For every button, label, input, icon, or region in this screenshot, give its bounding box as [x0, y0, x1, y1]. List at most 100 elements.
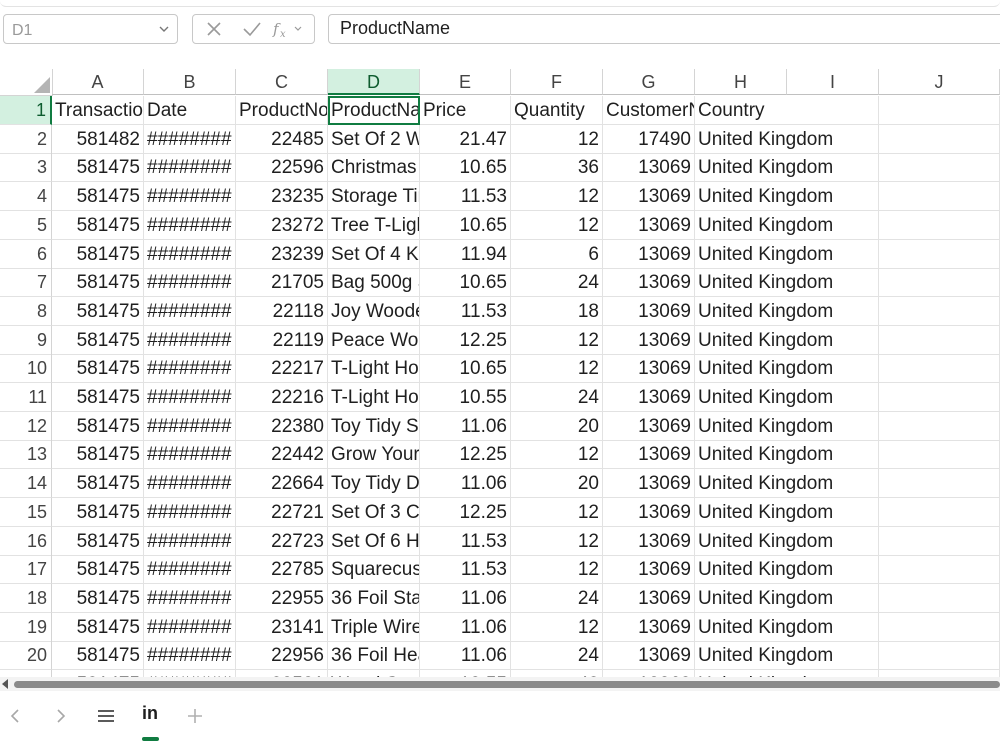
chevron-left-icon[interactable] — [4, 705, 26, 727]
cell-b[interactable]: ######## — [144, 210, 236, 240]
cell-f[interactable]: 12 — [511, 612, 603, 642]
cell-f[interactable]: 18 — [511, 296, 603, 326]
cell-d[interactable]: Triple Wire — [328, 612, 420, 642]
cell-e[interactable]: 21.47 — [420, 124, 511, 154]
cell-f[interactable]: 12 — [511, 325, 603, 355]
column-header-f[interactable]: F — [511, 69, 603, 95]
cell-a[interactable]: 581475 — [52, 239, 144, 269]
cell-j[interactable] — [879, 210, 1000, 240]
cell-b[interactable]: ######## — [144, 182, 236, 212]
cell-f[interactable]: 20 — [511, 411, 603, 441]
cell-b[interactable]: Date — [144, 96, 236, 125]
cell-b[interactable]: ######## — [144, 239, 236, 269]
cell-e[interactable]: 11.53 — [420, 296, 511, 326]
row-header[interactable]: 1 — [0, 96, 52, 125]
cell-b[interactable]: ######## — [144, 440, 236, 470]
cell-e[interactable]: 11.06 — [420, 469, 511, 499]
cell-f[interactable]: 12 — [511, 210, 603, 240]
cell-c[interactable]: 22955 — [236, 583, 328, 613]
row-header[interactable]: 2 — [0, 124, 52, 154]
cell-d[interactable]: Set Of 2 W — [328, 124, 420, 154]
column-header-c[interactable]: C — [236, 69, 328, 95]
cell-d[interactable]: Storage Tin — [328, 182, 420, 212]
cell-b[interactable]: ######## — [144, 612, 236, 642]
cell-e[interactable]: 10.55 — [420, 670, 511, 677]
cell-g[interactable]: 13069 — [603, 612, 695, 642]
cell-h[interactable]: United Kingdom — [695, 498, 833, 527]
cell-d[interactable]: Bag 500g S — [328, 268, 420, 298]
cell-i[interactable] — [787, 96, 879, 125]
cell-f[interactable]: 24 — [511, 383, 603, 412]
cell-h[interactable]: United Kingdom — [695, 584, 833, 613]
cell-h[interactable]: United Kingdom — [695, 240, 833, 269]
column-header-h[interactable]: H — [695, 69, 787, 95]
cell-f[interactable]: 24 — [511, 641, 603, 671]
cell-g[interactable]: 13069 — [603, 497, 695, 527]
cell-h[interactable]: United Kingdom — [695, 641, 833, 671]
column-header-g[interactable]: G — [603, 69, 695, 95]
cell-d[interactable]: Wood Sta — [328, 670, 420, 677]
cell-c[interactable]: 23272 — [236, 210, 328, 240]
cell-h[interactable]: United Kingdom — [695, 211, 833, 240]
cell-g[interactable]: 13069 — [603, 153, 695, 183]
cell-e[interactable]: 11.06 — [420, 583, 511, 613]
cell-d[interactable]: Christmas — [328, 153, 420, 183]
row-header[interactable]: 5 — [0, 210, 52, 240]
cell-j[interactable] — [879, 268, 1000, 298]
cell-d[interactable]: Set Of 6 He — [328, 526, 420, 556]
cell-j[interactable] — [879, 526, 1000, 556]
column-header-a[interactable]: A — [52, 69, 144, 95]
cell-a[interactable]: 581475 — [52, 153, 144, 183]
cell-b[interactable]: ######## — [144, 383, 236, 412]
row-header[interactable]: 15 — [0, 497, 52, 527]
row-header[interactable]: 11 — [0, 383, 52, 412]
cell-j[interactable] — [879, 383, 1000, 412]
row-header[interactable]: 10 — [0, 354, 52, 384]
cell-g[interactable]: 13069 — [603, 440, 695, 470]
cell-e[interactable]: Price — [420, 96, 511, 125]
cell-d[interactable]: Peace Woo — [328, 325, 420, 355]
row-header[interactable]: 17 — [0, 555, 52, 585]
cell-c[interactable]: ProductNo — [236, 96, 328, 125]
cell-c[interactable]: 22119 — [236, 325, 328, 355]
cell-a[interactable]: 581475 — [52, 526, 144, 556]
cell-h[interactable]: United Kingdom — [695, 383, 833, 412]
cell-d[interactable]: Squarecus — [328, 555, 420, 585]
cell-c[interactable]: 22217 — [236, 354, 328, 384]
cell-j[interactable] — [879, 96, 1000, 125]
select-all-corner[interactable] — [0, 69, 53, 96]
cell-c[interactable]: 22118 — [236, 296, 328, 326]
cell-e[interactable]: 10.65 — [420, 210, 511, 240]
cell-d[interactable]: Set Of 3 Ca — [328, 497, 420, 527]
cell-b[interactable]: ######## — [144, 497, 236, 527]
column-header-d[interactable]: D — [328, 69, 420, 95]
cell-f[interactable]: 12 — [511, 124, 603, 154]
cell-e[interactable]: 10.65 — [420, 268, 511, 298]
cell-j[interactable] — [879, 182, 1000, 212]
cell-e[interactable]: 11.53 — [420, 182, 511, 212]
cell-g[interactable]: 13069 — [603, 239, 695, 269]
cell-h[interactable]: United Kingdom — [695, 326, 833, 355]
cell-g[interactable]: 13069 — [603, 296, 695, 326]
cell-b[interactable]: ######## — [144, 124, 236, 154]
row-header[interactable]: 14 — [0, 469, 52, 499]
cell-c[interactable]: 22664 — [236, 469, 328, 499]
cell-g[interactable]: 13069 — [603, 583, 695, 613]
cell-d[interactable]: Grow Your — [328, 440, 420, 470]
scroll-left-icon[interactable] — [2, 679, 8, 689]
row-header[interactable]: 18 — [0, 583, 52, 613]
cell-h[interactable]: United Kingdom — [695, 613, 833, 642]
cell-j[interactable] — [879, 239, 1000, 269]
cell-g[interactable]: 13069 — [603, 383, 695, 412]
cell-b[interactable]: ######## — [144, 296, 236, 326]
cell-f[interactable]: 24 — [511, 268, 603, 298]
row-header[interactable]: 13 — [0, 440, 52, 470]
cell-b[interactable]: ######## — [144, 153, 236, 183]
cell-a[interactable]: 581475 — [52, 469, 144, 499]
cell-b[interactable]: ######## — [144, 354, 236, 384]
cell-j[interactable] — [879, 469, 1000, 499]
fx-icon[interactable]: f x — [271, 15, 305, 43]
cell-e[interactable]: 11.06 — [420, 641, 511, 671]
horizontal-scrollbar[interactable] — [0, 677, 1000, 691]
cell-g[interactable]: 13069 — [603, 641, 695, 671]
